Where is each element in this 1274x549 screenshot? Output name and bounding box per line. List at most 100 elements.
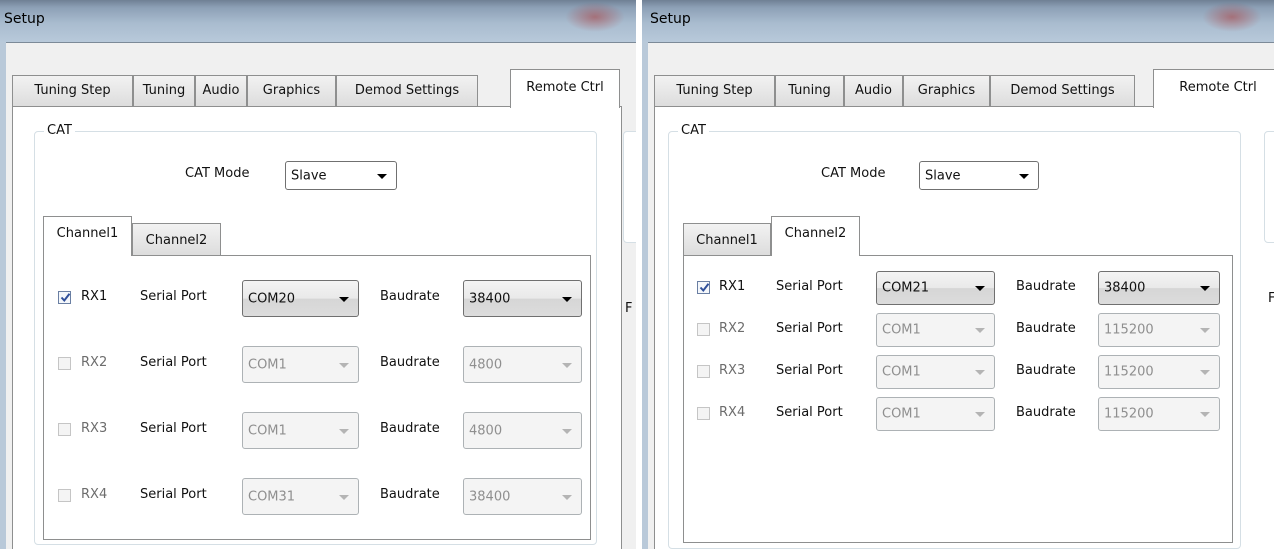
chevron-down-icon (377, 173, 387, 179)
rx1-serial-port-label: Serial Port (140, 289, 207, 304)
rx2-baudrate-select[interactable]: 115200 (1098, 313, 1220, 347)
cat-groupbox: CAT CAT Mode Slave Channel1 Channel2 RX1… (34, 123, 597, 545)
side-label-partial: F (1268, 291, 1274, 306)
rx1-baudrate-select[interactable]: 38400 (1098, 271, 1220, 305)
chevron-down-icon (1200, 370, 1210, 375)
checkmark-icon (60, 293, 71, 303)
rx4-port-value: COM1 (882, 406, 921, 422)
tab-remote-ctrl[interactable]: Remote Ctrl (510, 69, 620, 108)
rx3-checkbox[interactable] (697, 365, 710, 378)
rx1-serial-port-select[interactable]: COM20 (242, 280, 359, 317)
cat-groupbox: CAT CAT Mode Slave Channel1 Channel2 RX1… (668, 123, 1241, 549)
rx4-serial-port-select[interactable]: COM1 (876, 397, 995, 431)
remote-ctrl-panel: CAT CAT Mode Slave Channel1 Channel2 RX1… (12, 106, 636, 549)
tab-tuning-step[interactable]: Tuning Step (654, 75, 775, 107)
tab-tuning-step[interactable]: Tuning Step (12, 75, 133, 107)
rx3-serial-port-select[interactable]: COM1 (242, 412, 359, 449)
rx1-baud-value: 38400 (469, 291, 511, 306)
tab-tuning[interactable]: Tuning (133, 75, 195, 107)
rx3-port-value: COM1 (882, 364, 921, 380)
rx2-baudrate-label: Baudrate (380, 355, 440, 370)
rx3-baudrate-select[interactable]: 4800 (463, 412, 582, 449)
rx4-port-value: COM31 (248, 489, 296, 504)
rx1-baudrate-select[interactable]: 38400 (463, 280, 582, 317)
channel1-panel: RX1 Serial Port COM20 Baudrate 38400 RX2… (43, 255, 591, 540)
tab-demod-settings[interactable]: Demod Settings (336, 75, 478, 107)
rx2-port-value: COM1 (248, 357, 287, 372)
tab-graphics[interactable]: Graphics (247, 75, 336, 107)
chevron-down-icon (562, 296, 572, 302)
title-bar-glow (1202, 2, 1262, 32)
rx1-label: RX1 (81, 289, 108, 304)
rx4-checkbox[interactable] (58, 489, 71, 502)
rx2-serial-port-select[interactable]: COM1 (242, 346, 359, 383)
chevron-down-icon (339, 428, 349, 434)
rx4-baudrate-label: Baudrate (380, 487, 440, 502)
side-label-partial: F (625, 301, 633, 316)
rx2-baud-value: 4800 (469, 357, 503, 372)
setup-window-left: Setup Tuning Step Tuning Audio Graphics … (0, 0, 636, 549)
rx3-baudrate-select[interactable]: 115200 (1098, 355, 1220, 389)
title-bar-glow (565, 2, 625, 32)
window-title: Setup (4, 11, 45, 27)
tab-remote-ctrl[interactable]: Remote Ctrl (1153, 69, 1274, 108)
rx2-baudrate-label: Baudrate (1016, 321, 1076, 336)
subtab-channel1[interactable]: Channel1 (683, 223, 771, 256)
rx1-checkbox[interactable] (697, 281, 710, 294)
tab-demod-settings[interactable]: Demod Settings (990, 75, 1135, 107)
cat-mode-value: Slave (291, 168, 327, 183)
tab-audio[interactable]: Audio (195, 75, 247, 107)
chevron-down-icon (562, 362, 572, 368)
cat-mode-select[interactable]: Slave (919, 161, 1039, 190)
tab-graphics[interactable]: Graphics (903, 75, 990, 107)
tab-audio[interactable]: Audio (844, 75, 903, 107)
rx2-checkbox[interactable] (697, 323, 710, 336)
rx1-serial-port-select[interactable]: COM21 (876, 271, 995, 305)
rx1-label: RX1 (719, 279, 746, 294)
rx1-serial-port-label: Serial Port (776, 279, 843, 294)
side-groupbox (623, 131, 636, 243)
chevron-down-icon (562, 428, 572, 434)
chevron-down-icon (562, 494, 572, 500)
rx1-checkbox[interactable] (58, 291, 71, 304)
cat-group-label: CAT (678, 123, 709, 138)
cat-mode-select[interactable]: Slave (285, 161, 397, 190)
checkmark-icon (699, 283, 710, 293)
subtab-channel2[interactable]: Channel2 (132, 223, 221, 256)
chevron-down-icon (1200, 286, 1210, 291)
rx3-serial-port-select[interactable]: COM1 (876, 355, 995, 389)
channel2-panel: RX1 Serial Port COM21 Baudrate 38400 RX2… (683, 255, 1233, 543)
subtab-channel1[interactable]: Channel1 (43, 216, 132, 256)
rx2-label: RX2 (719, 321, 746, 336)
title-bar[interactable]: Setup (642, 0, 1274, 43)
rx1-port-value: COM21 (882, 280, 930, 296)
rx4-checkbox[interactable] (697, 407, 710, 420)
cat-mode-value: Slave (925, 168, 961, 183)
rx4-baudrate-select[interactable]: 38400 (463, 478, 582, 515)
title-bar[interactable]: Setup (0, 0, 636, 43)
rx4-baudrate-select[interactable]: 115200 (1098, 397, 1220, 431)
chevron-down-icon (339, 362, 349, 368)
rx4-serial-port-select[interactable]: COM31 (242, 478, 359, 515)
rx2-serial-port-select[interactable]: COM1 (876, 313, 995, 347)
side-groupbox (1264, 131, 1274, 243)
subtab-channel2[interactable]: Channel2 (771, 216, 860, 256)
remote-ctrl-panel: CAT CAT Mode Slave Channel1 Channel2 RX1… (654, 106, 1274, 549)
window-frame-edge (642, 42, 648, 549)
chevron-down-icon (975, 370, 985, 375)
tab-tuning[interactable]: Tuning (775, 75, 844, 107)
rx2-checkbox[interactable] (58, 357, 71, 370)
rx2-baudrate-select[interactable]: 4800 (463, 346, 582, 383)
rx3-baud-value: 115200 (1104, 364, 1154, 380)
rx3-label: RX3 (81, 421, 108, 436)
rx1-baudrate-label: Baudrate (1016, 279, 1076, 294)
rx3-baudrate-label: Baudrate (1016, 363, 1076, 378)
window-frame-edge (0, 42, 6, 549)
rx2-port-value: COM1 (882, 322, 921, 338)
chevron-down-icon (1200, 328, 1210, 333)
rx3-checkbox[interactable] (58, 423, 71, 436)
rx1-baud-value: 38400 (1104, 280, 1146, 296)
rx3-baudrate-label: Baudrate (380, 421, 440, 436)
chevron-down-icon (975, 328, 985, 333)
chevron-down-icon (1019, 173, 1029, 179)
